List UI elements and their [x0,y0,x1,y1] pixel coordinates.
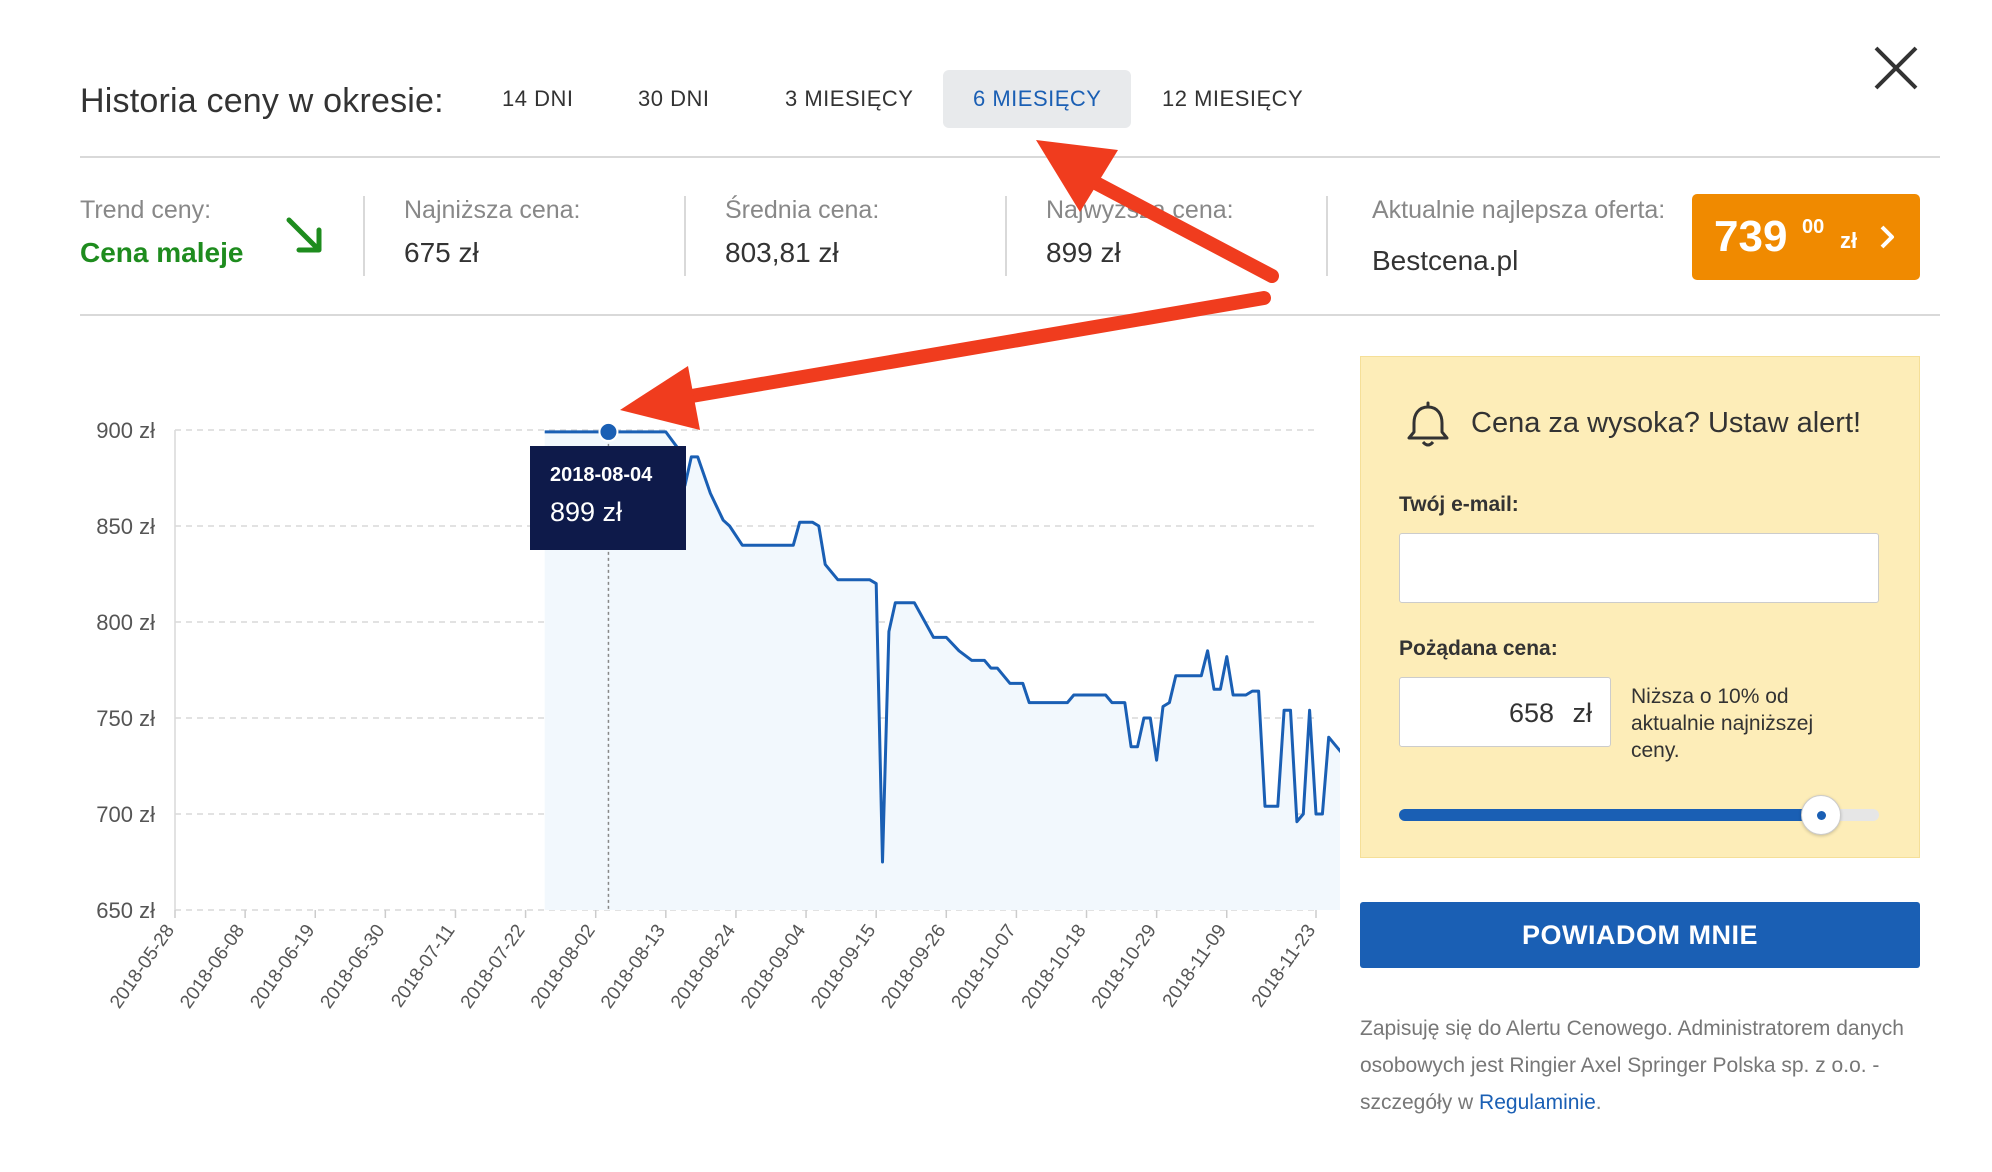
chevron-right-icon [1878,224,1896,255]
best-offer-price-dec: 00 [1802,216,1825,238]
email-label: Twój e-mail: [1399,493,1519,516]
lowest-price-stat: Najniższa cena: 675 zł [404,196,580,276]
x-tick-label: 2018-06-30 [316,921,389,1013]
price-stats: Trend ceny: Cena maleje Najniższa cena: … [80,158,1940,316]
price-alert-panel: Cena za wysoka? Ustaw alert! Twój e-mail… [1360,356,1920,858]
price-note: Niższa o 10% od aktualnie najniższej cen… [1631,685,1814,762]
disclaimer-end: . [1595,1091,1602,1114]
x-tick-label: 2018-06-08 [176,921,249,1013]
best-offer-currency: zł [1840,228,1858,253]
desired-price-label: Pożądana cena: [1399,637,1558,660]
best-offer-price-int: 739 [1714,212,1788,261]
average-price-stat: Średnia cena: 803,81 zł [725,196,879,276]
trend-value: Cena maleje [80,237,244,268]
x-tick-label: 2018-09-04 [737,920,810,1012]
best-offer-button[interactable]: 739 00 zł [1692,194,1920,280]
tab-30-days[interactable]: 30 DNI [608,70,739,128]
divider [684,196,686,276]
y-tick-label: 700 zł [96,802,155,827]
x-tick-label: 2018-06-19 [246,921,319,1013]
x-tick-label: 2018-08-02 [527,921,600,1013]
average-price-value: 803,81 zł [725,237,839,268]
close-icon[interactable] [1870,42,1922,94]
divider [1005,196,1007,276]
price-slider[interactable] [1399,795,1879,835]
y-tick-label: 800 zł [96,610,155,635]
chart-tooltip: 2018-08-04 899 zł [530,446,686,550]
disclaimer: Zapisuję się do Alertu Cenowego. Adminis… [1360,1010,1940,1121]
disclaimer-text: Zapisuję się do Alertu Cenowego. Adminis… [1360,1017,1904,1114]
trend-label: Trend ceny: [80,196,212,224]
highest-price-label: Najwyższa cena: [1046,196,1234,224]
email-field[interactable] [1399,533,1879,603]
y-tick-label: 750 zł [96,706,155,731]
desired-price-currency: zł [1572,698,1593,728]
slider-handle[interactable] [1801,795,1842,835]
x-tick-label: 2018-08-24 [667,920,740,1012]
slider-fill [1399,809,1822,821]
x-tick-label: 2018-10-29 [1088,921,1161,1013]
desired-price-value: 658 [1508,698,1554,728]
highest-price-value: 899 zł [1046,237,1121,268]
tab-6-months[interactable]: 6 MIESIĘCY [943,70,1132,128]
x-tick-label: 2018-10-07 [948,921,1021,1013]
x-tick-label: 2018-07-11 [387,921,459,1012]
divider [363,196,365,276]
tooltip-marker [598,421,619,442]
x-tick-label: 2018-07-22 [457,921,530,1013]
modal-header: Historia ceny w okresie: 14 DNI 30 DNI 3… [80,60,1940,158]
trend-stat: Trend ceny: Cena maleje [80,196,243,276]
highest-price-stat: Najwyższa cena: 899 zł [1046,196,1234,276]
x-tick-label: 2018-10-18 [1018,921,1091,1013]
average-price-label: Średnia cena: [725,196,880,224]
x-tick-label: 2018-09-15 [807,921,880,1013]
page-title: Historia ceny w okresie: [80,82,444,120]
x-tick-label: 2018-09-26 [877,921,950,1013]
y-tick-label: 650 zł [96,898,155,923]
best-offer-shop: Bestcena.pl [1372,245,1519,276]
trend-down-arrow-icon [285,216,325,256]
y-tick-label: 900 zł [96,418,155,443]
tooltip-price: 899 zł [550,497,623,527]
x-tick-label: 2018-08-13 [597,921,670,1013]
divider [1326,196,1328,276]
lowest-price-value: 675 zł [404,237,479,268]
alert-title: Cena za wysoka? Ustaw alert! [1471,407,1862,439]
lowest-price-label: Najniższa cena: [404,196,581,224]
tab-3-months[interactable]: 3 MIESIĘCY [755,70,943,128]
notify-me-button[interactable]: POWIADOM MNIE [1360,902,1920,968]
x-tick-label: 2018-05-28 [106,921,179,1013]
tab-12-months[interactable]: 12 MIESIĘCY [1132,70,1333,128]
tab-14-days[interactable]: 14 DNI [472,70,603,128]
tooltip-date: 2018-08-04 [550,464,653,486]
desired-price-input[interactable]: 658 zł [1399,677,1611,747]
best-offer-stat: Aktualnie najlepsza oferta: Bestcena.pl [1372,196,1665,276]
x-tick-label: 2018-11-09 [1159,921,1231,1012]
best-offer-label: Aktualnie najlepsza oferta: [1372,196,1666,224]
y-tick-label: 850 zł [96,514,155,539]
bell-icon [1405,401,1451,454]
x-tick-label: 2018-11-23 [1248,921,1320,1012]
terms-link[interactable]: Regulaminie [1479,1091,1596,1114]
